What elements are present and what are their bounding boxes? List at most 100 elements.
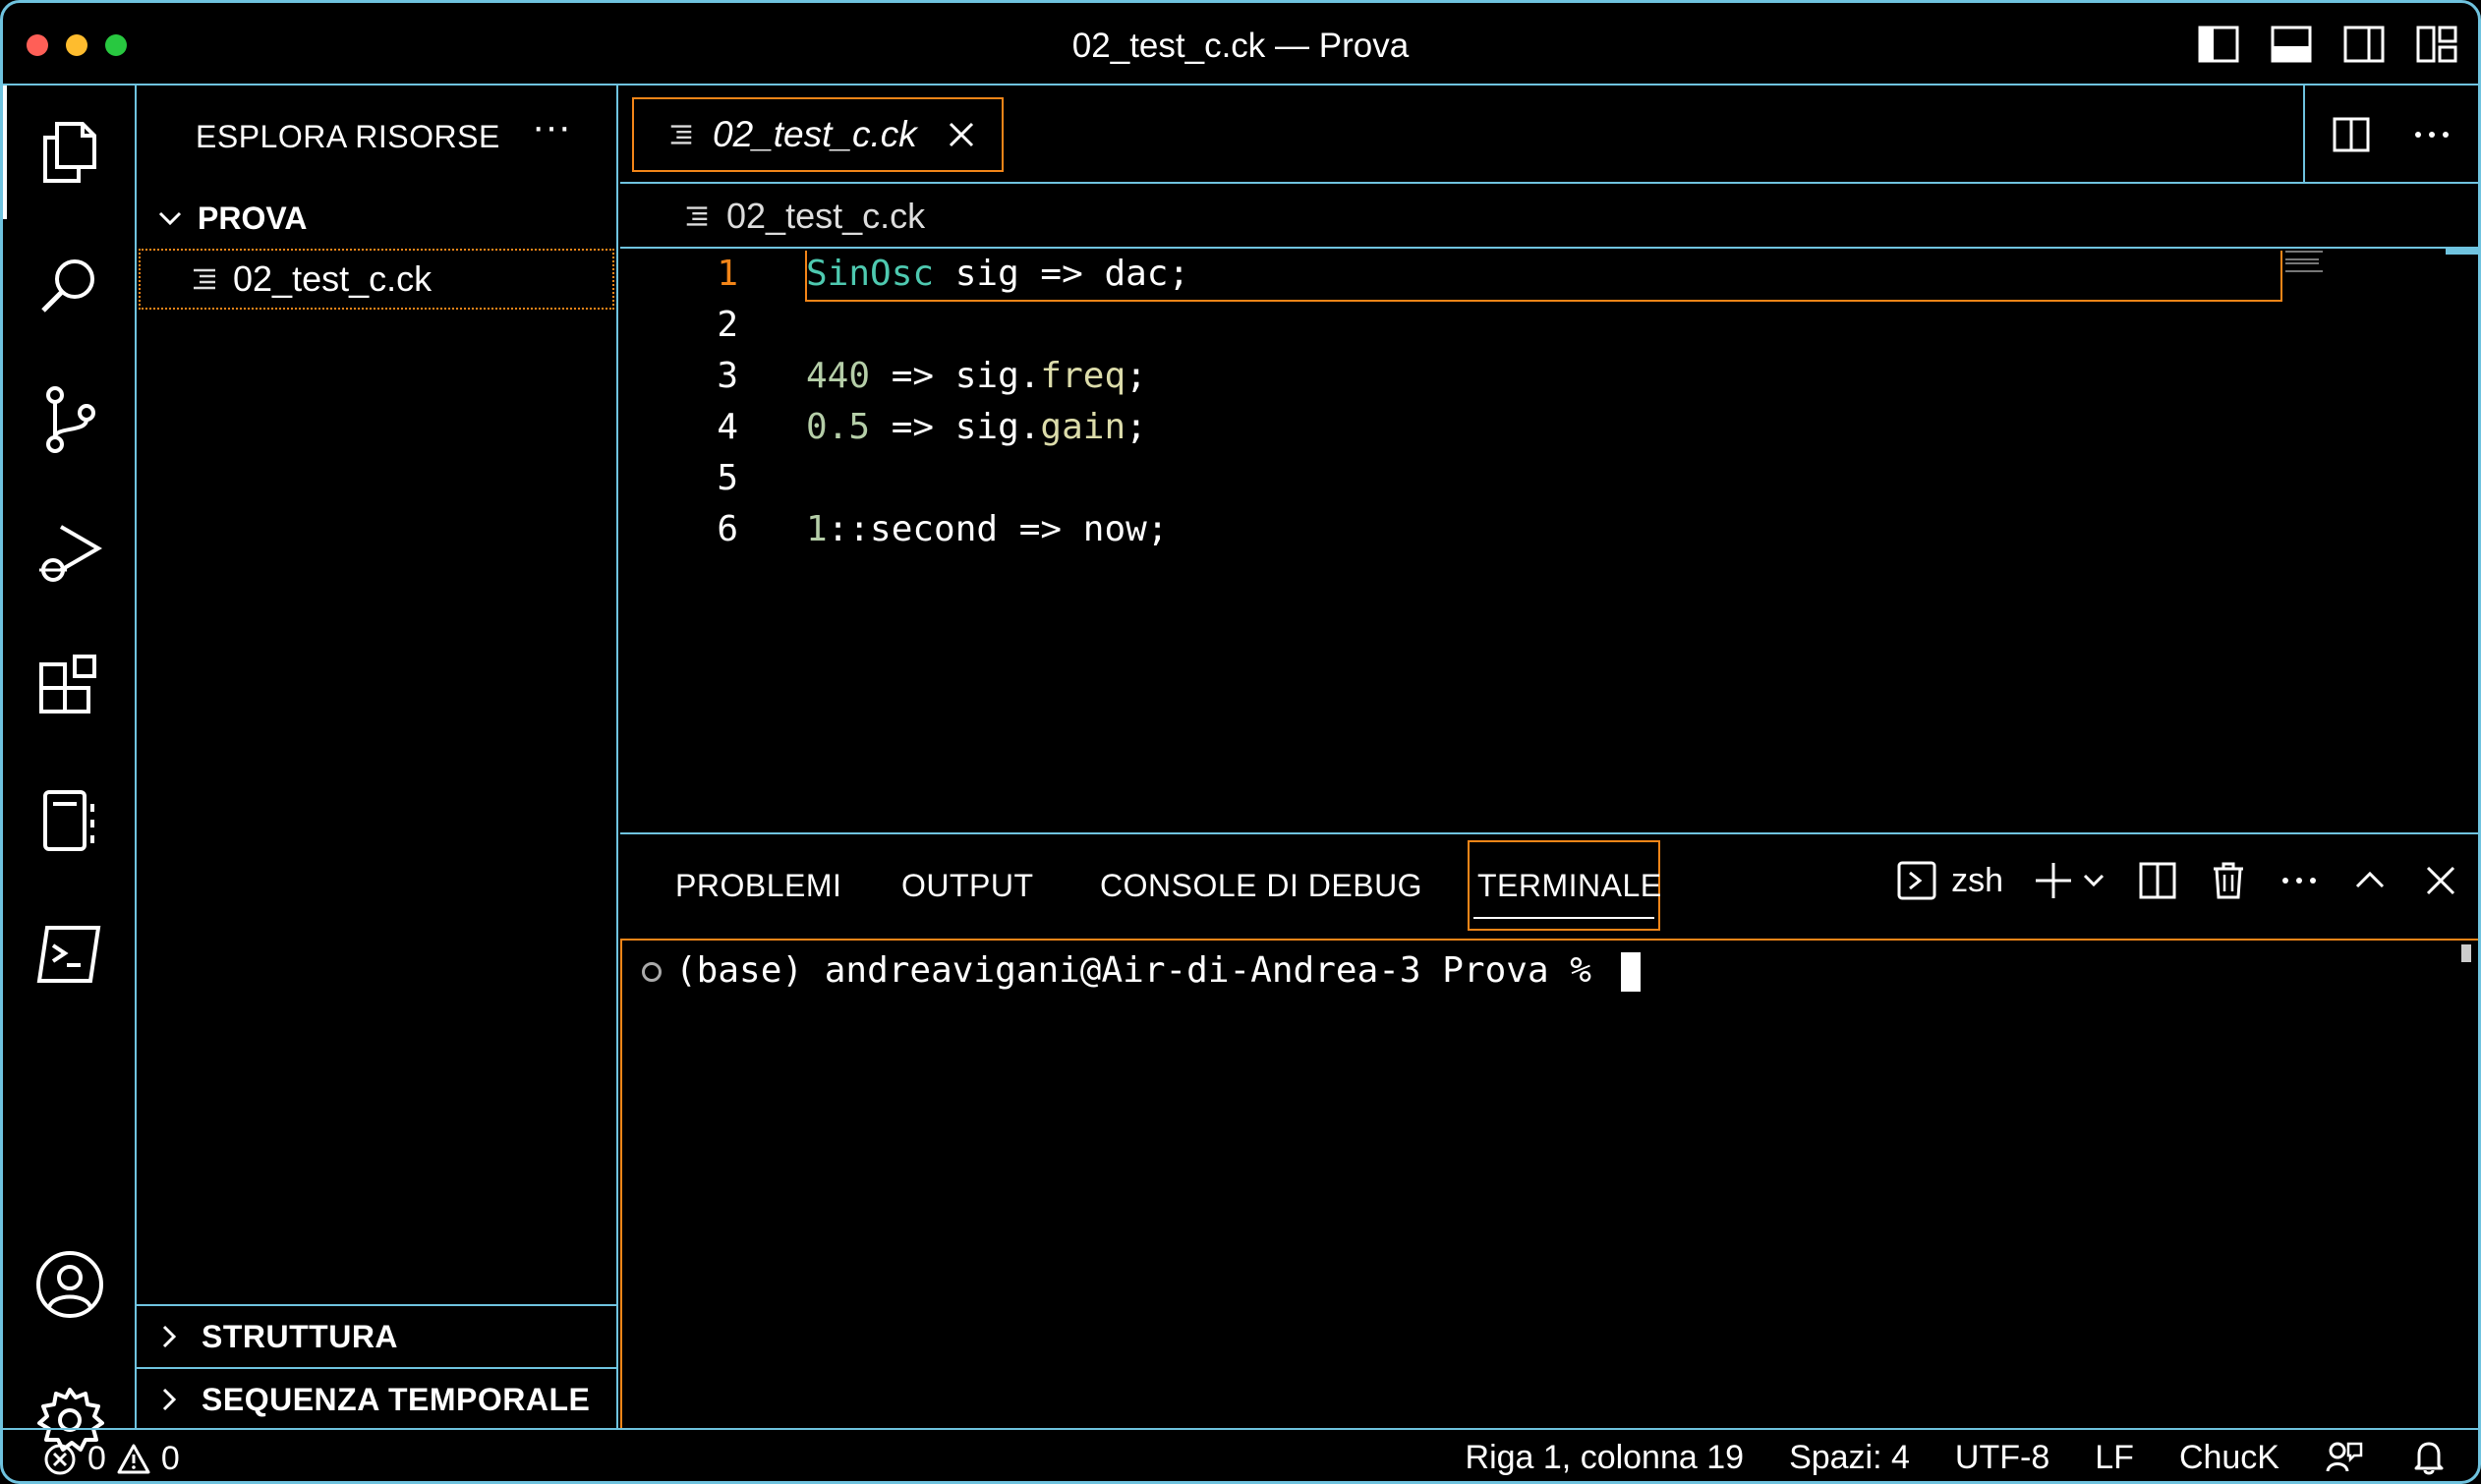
notebook-icon xyxy=(43,790,94,851)
extensions-icon xyxy=(39,655,96,713)
code-token: gain xyxy=(1040,407,1126,447)
file-lines-icon xyxy=(686,206,708,226)
split-terminal-icon[interactable] xyxy=(2137,860,2178,901)
chevron-down-icon[interactable] xyxy=(2080,867,2107,894)
code-token: freq xyxy=(1040,356,1126,396)
outline-section[interactable]: STRUTTURA xyxy=(137,1304,616,1367)
code-line[interactable]: 4 0.5 => sig.gain; xyxy=(620,402,2478,453)
panel-tabs: PROBLEMI OUTPUT CONSOLE DI DEBUG TERMINA… xyxy=(620,834,2478,939)
encoding[interactable]: UTF-8 xyxy=(1955,1439,2049,1477)
tab-terminal[interactable]: TERMINALE xyxy=(1477,868,1662,904)
notebook-button[interactable] xyxy=(3,754,137,887)
terminal-scrollbar[interactable] xyxy=(2461,944,2471,962)
accounts-button[interactable] xyxy=(3,1218,137,1351)
terminal-view-button[interactable] xyxy=(3,887,137,1021)
chevron-right-icon xyxy=(162,1388,177,1411)
explorer-button[interactable] xyxy=(3,86,137,219)
code-token: 0.5 xyxy=(806,407,871,447)
code-line[interactable]: 2 xyxy=(620,300,2478,351)
chevron-down-icon xyxy=(158,211,182,226)
activity-bar xyxy=(3,86,137,1452)
code-line[interactable]: 6 1::second => now; xyxy=(620,504,2478,555)
notifications-bell-icon[interactable] xyxy=(2409,1438,2449,1477)
code-token: sig => dac; xyxy=(934,254,1190,294)
tab-problems[interactable]: PROBLEMI xyxy=(675,868,841,904)
breadcrumb[interactable]: 02_test_c.ck xyxy=(683,196,925,237)
line-number: 4 xyxy=(717,407,738,447)
tab-actions-divider xyxy=(2303,86,2305,184)
line-number: 6 xyxy=(717,509,738,549)
run-debug-button[interactable] xyxy=(3,486,137,620)
code-line[interactable]: 3 440 => sig.freq; xyxy=(620,351,2478,402)
code-line[interactable]: 1 SinOsc sig => dac; xyxy=(620,249,2478,300)
toggle-panel-icon[interactable] xyxy=(2270,23,2313,66)
cursor-position[interactable]: Riga 1, colonna 19 xyxy=(1466,1439,1745,1477)
code-token: 1 xyxy=(806,509,828,549)
code-line[interactable]: 5 xyxy=(620,453,2478,504)
line-number: 5 xyxy=(717,458,738,498)
code-token: 440 xyxy=(806,356,871,396)
more-actions-icon[interactable] xyxy=(2279,860,2320,901)
vscode-window: 02_test_c.ck — Prova ESPLORA RISORSE ···… xyxy=(0,0,2481,1484)
window-title: 02_test_c.ck — Prova xyxy=(1071,27,1410,65)
line-source: 0.5 => sig.gain; xyxy=(806,402,1147,453)
folder-label: PROVA xyxy=(198,200,308,236)
panel-actions: zsh xyxy=(1896,860,2461,901)
title-bar: 02_test_c.ck — Prova xyxy=(3,3,2478,86)
indentation[interactable]: Spazi: 4 xyxy=(1789,1439,1910,1477)
close-icon[interactable] xyxy=(2420,860,2461,901)
status-bar: 0 0 Riga 1, colonna 19 Spazi: 4 UTF-8 LF… xyxy=(3,1428,2478,1481)
folder-prova[interactable]: PROVA xyxy=(137,194,616,243)
tab-02-test-c-ck[interactable]: 02_test_c.ck xyxy=(632,97,1004,172)
editor-group: 02_test_c.ck 02_test_c.ck 1 SinOsc sig =>… xyxy=(620,86,2478,832)
problems-status[interactable]: 0 0 xyxy=(42,1440,180,1478)
terminal-shell-icon[interactable] xyxy=(1896,860,1937,901)
code-token: => sig. xyxy=(870,356,1041,396)
tab-output[interactable]: OUTPUT xyxy=(901,868,1034,904)
feedback-icon[interactable] xyxy=(2325,1438,2364,1477)
split-editor-icon[interactable] xyxy=(2332,115,2371,154)
file-label: 02_test_c.ck xyxy=(233,258,433,299)
customize-layout-icon[interactable] xyxy=(2415,23,2458,66)
editor-tabs: 02_test_c.ck xyxy=(620,86,2478,184)
language-mode[interactable]: ChucK xyxy=(2179,1439,2279,1477)
end-of-line[interactable]: LF xyxy=(2095,1439,2134,1477)
warning-icon xyxy=(117,1444,150,1473)
more-actions-icon[interactable] xyxy=(2412,115,2452,154)
trash-icon[interactable] xyxy=(2208,860,2249,901)
extensions-button[interactable] xyxy=(3,620,137,754)
shell-name[interactable]: zsh xyxy=(1951,862,2003,900)
maximize-panel-icon[interactable] xyxy=(2349,860,2391,901)
file-item[interactable]: 02_test_c.ck xyxy=(139,249,614,310)
file-lines-icon xyxy=(194,268,215,290)
code-editor[interactable]: 1 SinOsc sig => dac; 2 3 440 => sig.freq; 4 0.… xyxy=(620,247,2478,827)
error-count: 0 xyxy=(87,1440,106,1477)
toggle-secondary-sidebar-icon[interactable] xyxy=(2342,23,2386,66)
editor-actions xyxy=(2332,115,2452,154)
line-source: SinOsc sig => dac; xyxy=(806,249,1189,300)
outline-label: STRUTTURA xyxy=(202,1318,399,1354)
status-right: Riga 1, colonna 19 Spazi: 4 UTF-8 LF Chu… xyxy=(1420,1438,2449,1477)
source-control-button[interactable] xyxy=(3,353,137,486)
line-source: 440 => sig.freq; xyxy=(806,351,1147,402)
line-source: 1::second => now; xyxy=(806,504,1168,555)
breadcrumb-file: 02_test_c.ck xyxy=(726,196,926,236)
sidebar-more-actions-button[interactable]: ··· xyxy=(532,105,571,149)
code-token: ; xyxy=(1125,356,1147,396)
timeline-section[interactable]: SEQUENZA TEMPORALE xyxy=(137,1367,616,1430)
warning-count: 0 xyxy=(160,1440,180,1477)
source-control-icon xyxy=(46,386,95,453)
layout-controls xyxy=(2197,23,2458,66)
tab-debug-console[interactable]: CONSOLE DI DEBUG xyxy=(1100,868,1422,904)
terminal-prompt: (base) andreavigani@Air-di-Andrea-3 Prov… xyxy=(675,950,1641,992)
toggle-primary-sidebar-icon[interactable] xyxy=(2197,23,2240,66)
close-icon[interactable] xyxy=(947,120,976,149)
new-terminal-icon[interactable] xyxy=(2033,860,2074,901)
bottom-panel: PROBLEMI OUTPUT CONSOLE DI DEBUG TERMINA… xyxy=(620,832,2478,1430)
terminal-cursor xyxy=(1620,952,1641,992)
timeline-label: SEQUENZA TEMPORALE xyxy=(202,1381,591,1417)
search-button[interactable] xyxy=(3,219,137,353)
terminal[interactable]: (base) andreavigani@Air-di-Andrea-3 Prov… xyxy=(620,939,2478,1430)
tab-label: 02_test_c.ck xyxy=(713,114,917,154)
file-lines-icon xyxy=(670,125,692,144)
